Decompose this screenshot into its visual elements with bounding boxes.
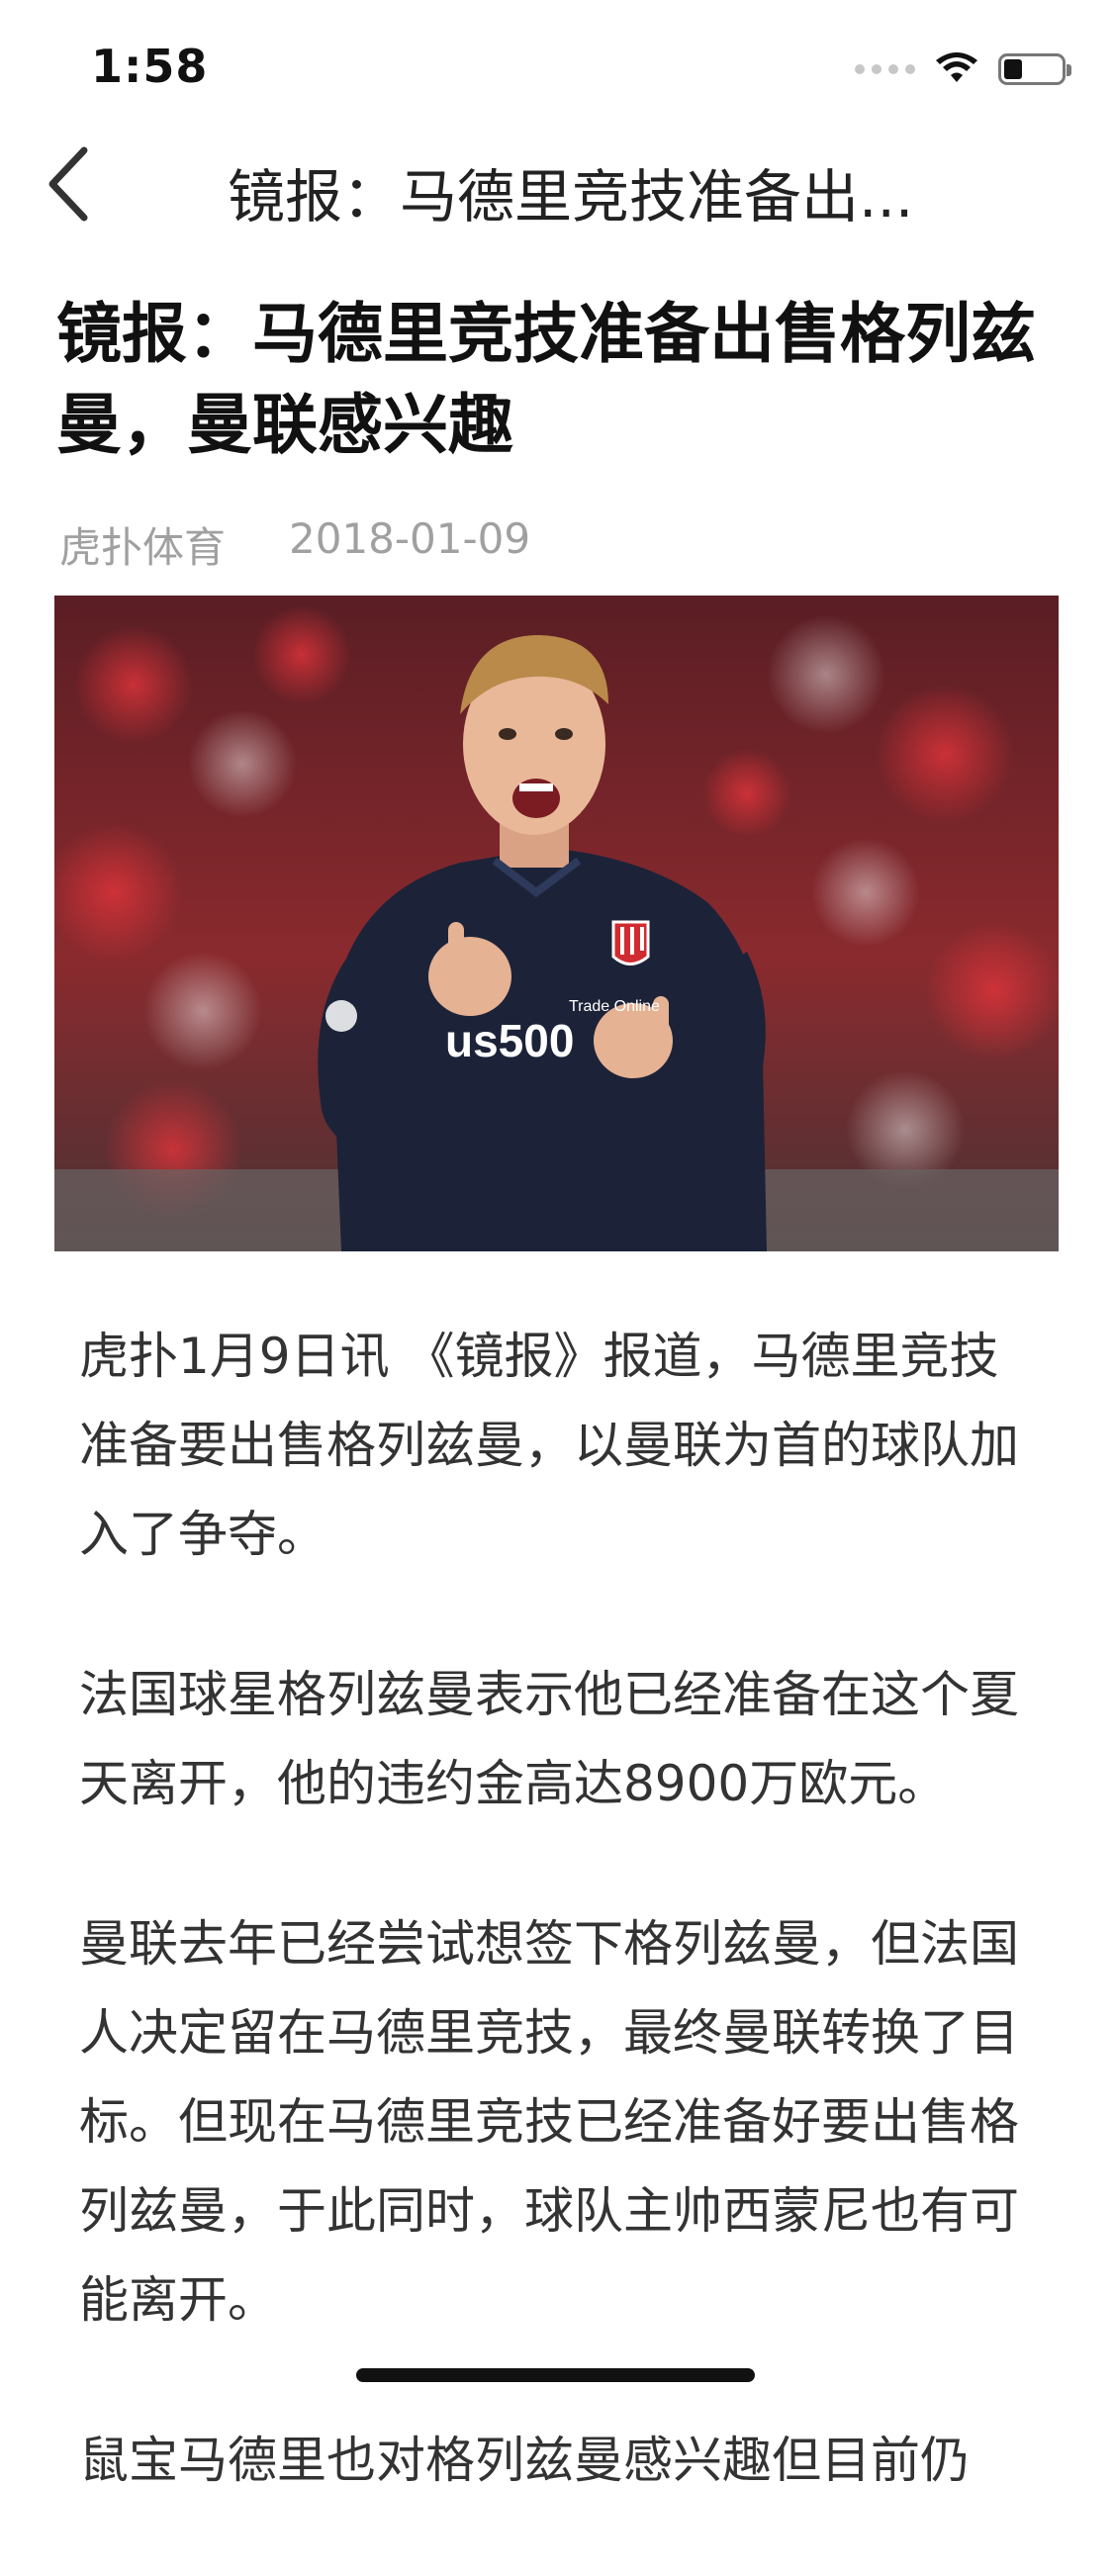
article-date: 2018-01-09 <box>289 514 531 563</box>
signal-icon <box>855 64 915 74</box>
navigation-bar: 镜报：马德里竞技准备出... <box>0 131 1113 239</box>
sponsor-text: us500 <box>445 1015 574 1066</box>
article-title: 镜报：马德里竞技准备出售格列兹曼，曼联感兴趣 <box>56 296 1036 463</box>
hero-image: Trade Online us500 <box>54 596 1059 1251</box>
article-paragraph: 曼联去年已经尝试想签下格列兹曼，但法国人决定留在马德里竞技，最终曼联转换了目标。… <box>79 1915 1019 2329</box>
sponsor-small-text: Trade Online <box>569 998 660 1015</box>
home-indicator[interactable] <box>356 2368 755 2382</box>
article-paragraph: 鼠宝马德里也对格列兹曼感兴趣但目前仍 <box>79 2432 970 2489</box>
article-paragraph: 虎扑1月9日讯 《镜报》报道，马德里竞技准备要出售格列兹曼，以曼联为首的球队加入… <box>79 1328 1019 1563</box>
battery-icon <box>998 53 1071 85</box>
article-body: 虎扑1月9日讯 《镜报》报道，马德里竞技准备要出售格列兹曼，以曼联为首的球队加入… <box>79 1312 1039 2576</box>
status-bar: 1:58 <box>0 0 1113 131</box>
article-meta: 虎扑体育 2018-01-09 <box>59 514 530 575</box>
back-button[interactable] <box>30 144 109 224</box>
nav-title: 镜报：马德里竞技准备出... <box>228 163 914 230</box>
status-icons <box>855 47 1071 91</box>
article-source: 虎扑体育 <box>59 523 227 572</box>
chevron-left-icon <box>48 146 88 222</box>
article-paragraph: 法国球星格列兹曼表示他已经准备在这个夏天离开，他的违约金高达8900万欧元。 <box>79 1666 1019 1812</box>
wifi-icon <box>936 52 977 82</box>
player-photo: Trade Online us500 <box>54 596 1059 1251</box>
status-time: 1:58 <box>91 40 209 93</box>
